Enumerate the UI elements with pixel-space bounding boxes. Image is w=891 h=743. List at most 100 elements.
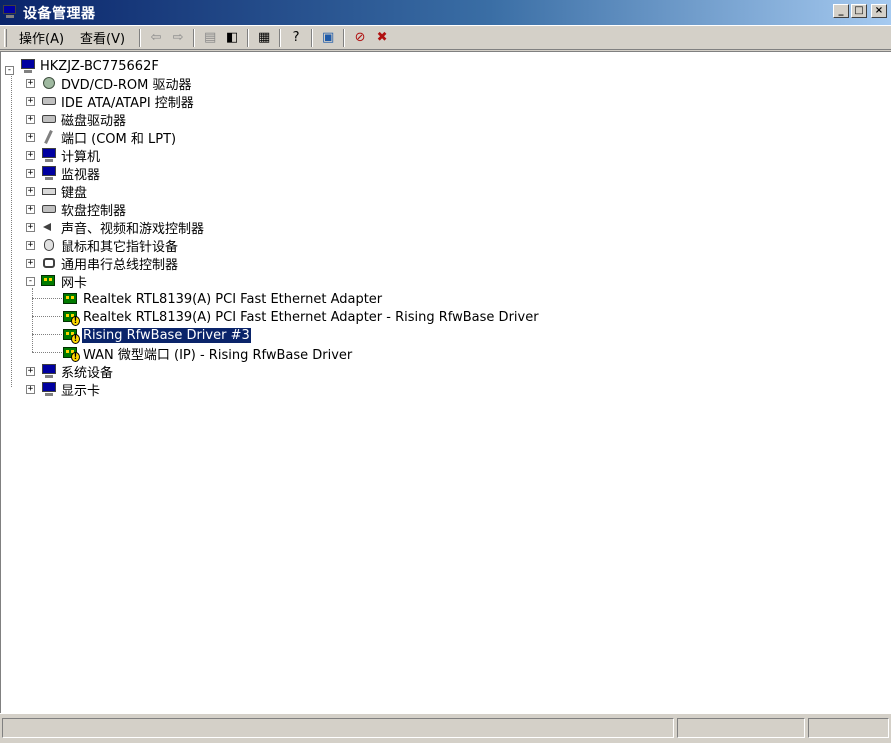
toolbar-grip[interactable] — [4, 28, 7, 47]
expand-icon[interactable]: + — [26, 186, 35, 196]
uninstall-device-icon[interactable]: ✖ — [371, 28, 393, 48]
expand-icon[interactable]: + — [26, 384, 35, 394]
tree-line — [32, 352, 62, 353]
toolbar-separator — [139, 28, 142, 47]
toolbar-separator — [311, 28, 314, 47]
show-hide-tree-icon[interactable]: ◧ — [221, 28, 243, 48]
status-pane — [808, 718, 889, 738]
tree-line — [32, 334, 62, 335]
tree-device[interactable]: Realtek RTL8139(A) PCI Fast Ethernet Ada… — [63, 290, 383, 308]
status-bar — [0, 713, 891, 743]
forward-icon[interactable]: ⇨ — [167, 28, 189, 48]
tree-category-label: IDE ATA/ATAPI 控制器 — [61, 95, 194, 111]
tree-device[interactable]: ! Realtek RTL8139(A) PCI Fast Ethernet A… — [63, 308, 540, 326]
keyboard-icon — [41, 183, 57, 199]
tree-category[interactable]: + DVD/CD-ROM 驱动器 — [26, 74, 192, 93]
tree-category[interactable]: + 监视器 — [26, 164, 101, 183]
properties-icon[interactable]: ▦ — [253, 28, 275, 48]
status-pane — [677, 718, 805, 738]
disable-device-icon[interactable]: ⊘ — [349, 28, 371, 48]
network-card-warning-icon: ! — [63, 309, 80, 326]
menu-view[interactable]: 查看(V) — [74, 27, 131, 48]
tree-category[interactable]: + 显示卡 — [26, 380, 101, 399]
tree-category-expanded[interactable]: - 网卡 — [26, 272, 88, 291]
expand-icon[interactable]: + — [26, 78, 35, 88]
expand-icon[interactable]: + — [26, 132, 35, 142]
tree-category-label: 监视器 — [61, 167, 101, 183]
tree-line — [32, 316, 62, 317]
tree-category-label: 声音、视频和游戏控制器 — [61, 221, 205, 237]
tree-category-label: 磁盘驱动器 — [61, 113, 127, 129]
monitor-icon — [41, 165, 57, 181]
tree-category-label: 计算机 — [61, 149, 101, 165]
scan-hardware-icon[interactable]: ▣ — [317, 28, 339, 48]
system-devices-icon — [41, 363, 57, 379]
close-button[interactable]: × — [871, 4, 887, 18]
computer-icon — [41, 147, 57, 163]
usb-icon — [41, 255, 57, 271]
computer-icon — [20, 58, 36, 74]
expand-icon[interactable]: + — [26, 96, 35, 106]
tree-category[interactable]: + 声音、视频和游戏控制器 — [26, 218, 205, 237]
maximize-button[interactable]: □ — [851, 4, 867, 18]
toolbar-separator — [193, 28, 196, 47]
tree-category[interactable]: + 通用串行总线控制器 — [26, 254, 179, 273]
tree-category-label: DVD/CD-ROM 驱动器 — [61, 77, 192, 93]
expand-icon[interactable]: + — [26, 240, 35, 250]
disk-drive-icon — [41, 111, 57, 127]
back-icon[interactable]: ⇦ — [145, 28, 167, 48]
up-folder-icon[interactable]: ▤ — [199, 28, 221, 48]
expand-icon[interactable]: + — [26, 222, 35, 232]
network-card-warning-icon: ! — [63, 345, 80, 362]
network-card-icon — [41, 273, 57, 289]
expand-icon[interactable]: + — [26, 168, 35, 178]
tree-category[interactable]: + 磁盘驱动器 — [26, 110, 127, 129]
tree-root[interactable]: - HKZJZ-BC775662F — [5, 57, 160, 75]
tree-category[interactable]: + 鼠标和其它指针设备 — [26, 236, 179, 255]
collapse-icon[interactable]: - — [5, 65, 14, 75]
device-tree-pane[interactable]: - HKZJZ-BC775662F + DVD/CD-ROM 驱动器 + IDE… — [0, 51, 891, 713]
tree-device[interactable]: ! WAN 微型端口 (IP) - Rising RfwBase Driver — [63, 344, 353, 363]
window-title: 设备管理器 — [23, 5, 96, 22]
minimize-button[interactable]: _ — [833, 4, 849, 18]
cdrom-icon — [41, 75, 57, 91]
mouse-icon — [41, 237, 57, 253]
sound-icon — [41, 219, 57, 235]
expand-icon[interactable]: + — [26, 204, 35, 214]
tree-category-label: 鼠标和其它指针设备 — [61, 239, 179, 255]
tree-category[interactable]: + 键盘 — [26, 182, 88, 201]
tree-category[interactable]: + 计算机 — [26, 146, 101, 165]
port-icon — [41, 129, 57, 145]
toolbar-separator — [279, 28, 282, 47]
expand-icon[interactable]: + — [26, 366, 35, 376]
menu-action[interactable]: 操作(A) — [13, 27, 70, 48]
tree-category[interactable]: + 软盘控制器 — [26, 200, 127, 219]
tree-device-label: Realtek RTL8139(A) PCI Fast Ethernet Ada… — [83, 309, 539, 325]
device-tree[interactable]: - HKZJZ-BC775662F + DVD/CD-ROM 驱动器 + IDE… — [1, 52, 891, 713]
network-card-warning-icon: ! — [63, 327, 80, 344]
network-card-icon — [63, 291, 79, 307]
tree-device-label: WAN 微型端口 (IP) - Rising RfwBase Driver — [83, 347, 353, 363]
tree-line — [32, 298, 62, 299]
expand-icon[interactable]: + — [26, 258, 35, 268]
tree-device-label: Realtek RTL8139(A) PCI Fast Ethernet Ada… — [83, 291, 383, 307]
tree-category[interactable]: + 系统设备 — [26, 362, 114, 381]
expand-icon[interactable]: + — [26, 114, 35, 124]
tree-category[interactable]: + IDE ATA/ATAPI 控制器 — [26, 92, 195, 111]
toolbar: 操作(A) 查看(V) ⇦ ⇨ ▤ ◧ ▦ ? ▣ ⊘ ✖ — [0, 25, 891, 50]
help-icon[interactable]: ? — [285, 28, 307, 48]
tree-category-label: 系统设备 — [61, 365, 114, 381]
collapse-icon[interactable]: - — [26, 276, 35, 286]
tree-category-label: 显示卡 — [61, 383, 101, 399]
tree-category-label: 通用串行总线控制器 — [61, 257, 179, 273]
device-manager-icon — [3, 4, 19, 21]
status-pane-main — [2, 718, 674, 738]
title-bar: 设备管理器 _ □ × — [0, 0, 891, 25]
tree-device-selected[interactable]: ! Rising RfwBase Driver #3 — [63, 326, 252, 344]
ide-controller-icon — [41, 93, 57, 109]
tree-category[interactable]: + 端口 (COM 和 LPT) — [26, 128, 177, 147]
tree-device-label: Rising RfwBase Driver #3 — [81, 326, 252, 344]
expand-icon[interactable]: + — [26, 150, 35, 160]
toolbar-separator — [343, 28, 346, 47]
tree-category-label: 端口 (COM 和 LPT) — [61, 131, 177, 147]
